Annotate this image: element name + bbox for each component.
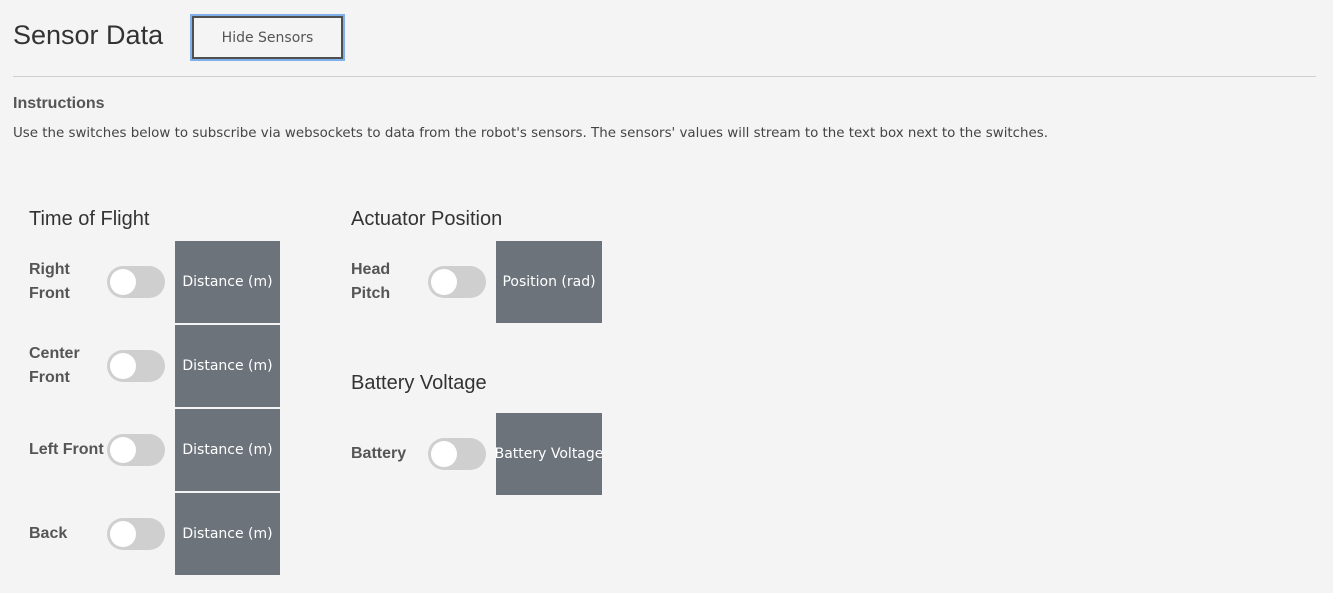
sensor-label-battery: Battery bbox=[351, 445, 407, 462]
section-title-battery-voltage: Battery Voltage bbox=[351, 372, 487, 394]
sensor-label-center-front: Center Front bbox=[29, 345, 80, 386]
instructions-text: Use the switches below to subscribe via … bbox=[13, 126, 1048, 141]
toggle-battery[interactable] bbox=[428, 438, 486, 470]
header-divider bbox=[13, 76, 1316, 77]
section-title-actuator-position: Actuator Position bbox=[351, 208, 503, 230]
value-box-back: Distance (m) bbox=[175, 493, 280, 575]
sensor-label-right-front: Right Front bbox=[29, 261, 70, 302]
section-title-time-of-flight: Time of Flight bbox=[29, 208, 150, 230]
toggle-right-front[interactable] bbox=[107, 266, 165, 298]
toggle-knob bbox=[431, 441, 457, 467]
sensor-label-left-front: Left Front bbox=[29, 441, 104, 458]
value-box-left-front: Distance (m) bbox=[175, 409, 280, 491]
toggle-knob bbox=[431, 269, 457, 295]
sensor-label-back: Back bbox=[29, 525, 68, 542]
toggle-left-front[interactable] bbox=[107, 434, 165, 466]
toggle-knob bbox=[110, 353, 136, 379]
sensor-label-head-pitch: Head Pitch bbox=[351, 261, 391, 302]
toggle-knob bbox=[110, 269, 136, 295]
value-box-head-pitch: Position (rad) bbox=[496, 241, 602, 323]
toggle-head-pitch[interactable] bbox=[428, 266, 486, 298]
instructions-heading: Instructions bbox=[13, 95, 105, 112]
value-box-battery: Battery Voltage bbox=[496, 413, 602, 495]
page-title: Sensor Data bbox=[13, 20, 164, 50]
value-box-center-front: Distance (m) bbox=[175, 325, 280, 407]
toggle-center-front[interactable] bbox=[107, 350, 165, 382]
toggle-back[interactable] bbox=[107, 518, 165, 550]
toggle-knob bbox=[110, 521, 136, 547]
toggle-knob bbox=[110, 437, 136, 463]
value-box-right-front: Distance (m) bbox=[175, 241, 280, 323]
hide-sensors-button[interactable]: Hide Sensors bbox=[192, 16, 343, 59]
